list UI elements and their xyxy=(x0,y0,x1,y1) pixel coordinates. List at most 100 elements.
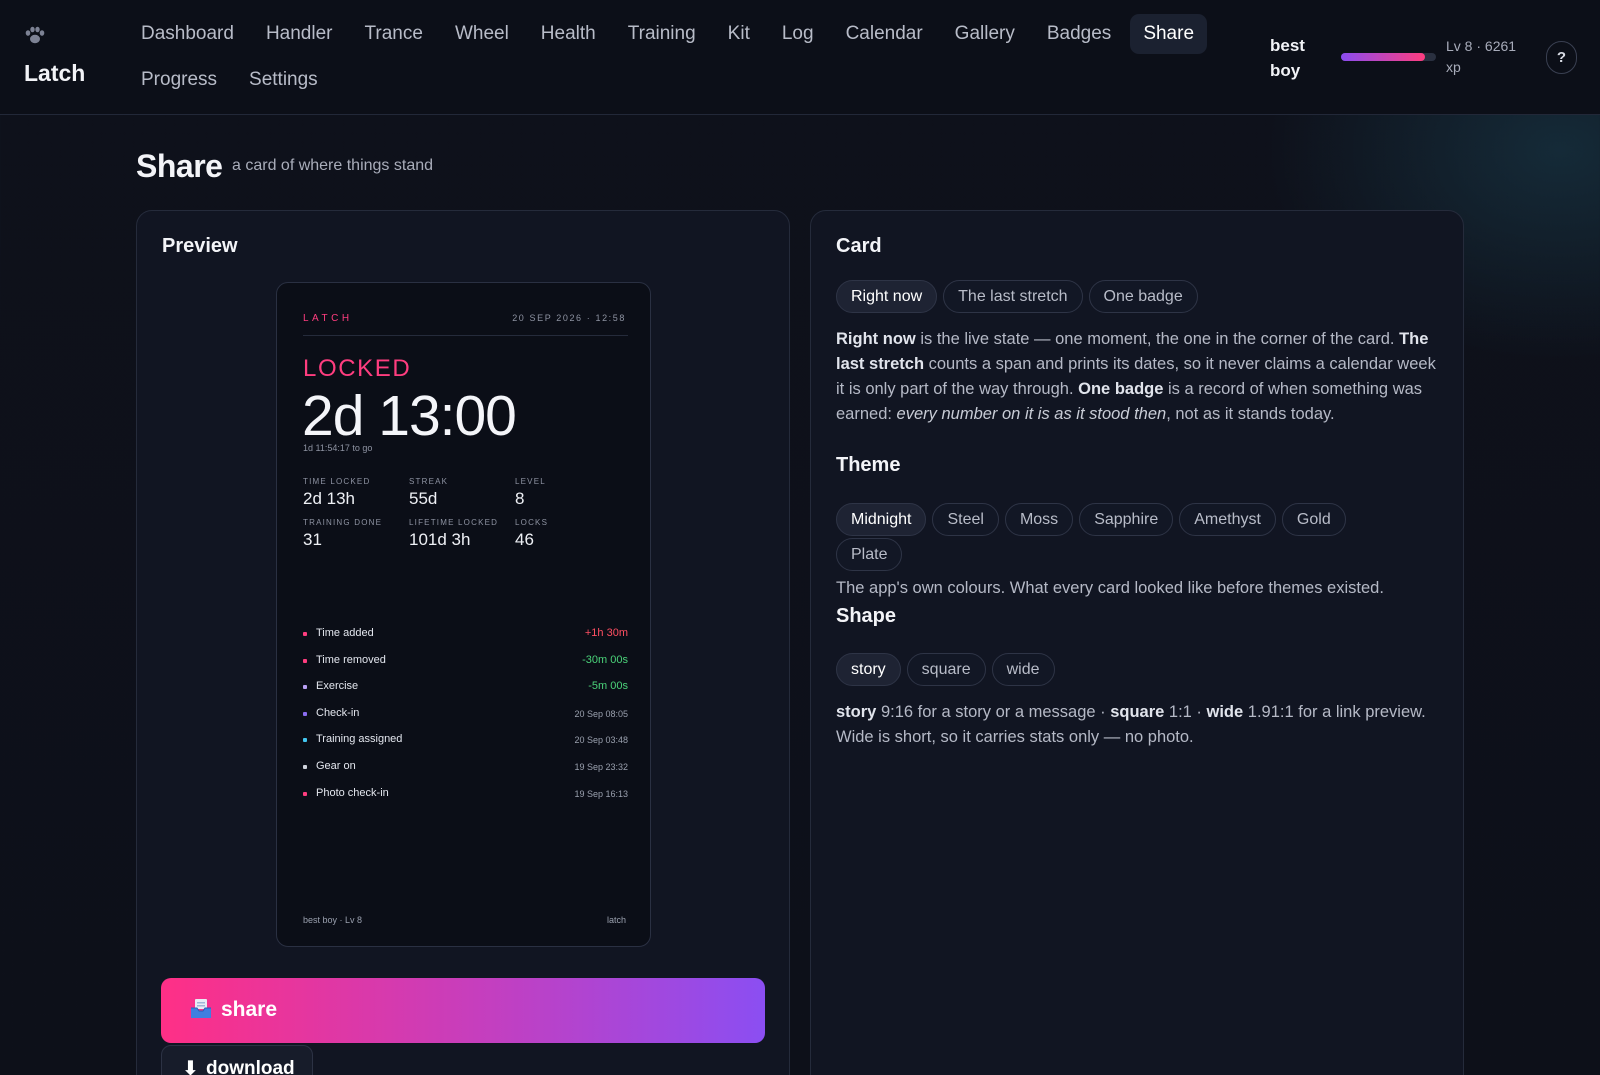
stat-label: LIFETIME LOCKED xyxy=(409,518,499,527)
event-value: 20 Sep 03:48 xyxy=(574,735,628,746)
event-label: Time added xyxy=(316,627,374,639)
nav-item-settings[interactable]: Settings xyxy=(236,60,331,100)
option-chip-amethyst[interactable]: Amethyst xyxy=(1179,503,1276,536)
nav-item-trance[interactable]: Trance xyxy=(352,14,436,54)
option-chip-story[interactable]: story xyxy=(836,653,901,686)
option-chip-square[interactable]: square xyxy=(906,653,986,686)
stat-label: STREAK xyxy=(409,477,449,486)
inbox-tray-icon xyxy=(190,999,212,1019)
desc-one-badge: One badge xyxy=(1078,380,1164,398)
download-arrow-icon: ⬇ xyxy=(182,1058,199,1075)
card-type-description: Right now is the live state — one moment… xyxy=(836,330,1436,423)
event-label: Check-in xyxy=(316,706,360,719)
nav-item-share[interactable]: Share xyxy=(1130,14,1208,54)
nav-item-progress[interactable]: Progress xyxy=(128,60,230,100)
event-value: 19 Sep 23:32 xyxy=(574,762,628,772)
main-nav: Dashboard Handler Trance Wheel Health Trainin… xyxy=(128,14,1228,54)
event-value: -30m 00s xyxy=(582,653,628,666)
option-chip-midnight[interactable]: Midnight xyxy=(836,503,927,536)
card-time-to-go: 1d 11:54:17 to go xyxy=(303,443,373,453)
stat-level: LEVEL 8 xyxy=(515,477,625,509)
event-label: Photo check-in xyxy=(316,786,389,799)
shape-description: story 9:16 for a story or a message · sq… xyxy=(836,703,1426,746)
level-xp-text: Lv 8 · 6261 xp xyxy=(1446,38,1517,75)
download-button[interactable]: ⬇ download xyxy=(161,1045,313,1075)
stat-lifetime-locked: LIFETIME LOCKED 101d 3h xyxy=(409,518,519,550)
stat-value: 31 xyxy=(303,530,322,549)
event-dot-icon xyxy=(303,738,307,743)
stat-time-locked: TIME LOCKED 2d 13h xyxy=(303,477,413,509)
nav-item-dashboard[interactable]: Dashboard xyxy=(128,14,247,54)
option-chip-one-badge[interactable]: One badge xyxy=(1088,280,1198,313)
top-nav-bar: Latch Dashboard Handler Trance Wheel Health T… xyxy=(0,0,1600,115)
desc-wide: wide xyxy=(1206,703,1244,721)
event-dot-icon xyxy=(303,658,307,663)
card-status: LOCKED xyxy=(303,355,412,382)
share-button[interactable]: share xyxy=(161,978,765,1043)
desc-square: square xyxy=(1110,703,1165,721)
option-chip-moss[interactable]: Moss xyxy=(1004,503,1074,536)
share-button-label: share xyxy=(221,998,278,1021)
shape-section-title: Shape xyxy=(836,605,897,627)
help-button[interactable]: ? xyxy=(1546,41,1577,74)
event-dot-icon xyxy=(303,632,307,636)
nav-item-calendar[interactable]: Calendar xyxy=(833,14,936,54)
nav-item-kit[interactable]: Kit xyxy=(715,14,763,54)
stat-value: 46 xyxy=(515,530,534,549)
event-dot-icon xyxy=(303,765,307,769)
event-label: Gear on xyxy=(316,760,356,772)
shape-options: story square wide xyxy=(836,653,1055,686)
card-brand: LATCH xyxy=(303,313,353,324)
option-chip-sapphire[interactable]: Sapphire xyxy=(1079,503,1174,536)
option-chip-the-last-stretch[interactable]: The last stretch xyxy=(943,280,1083,313)
page-subtitle: a card of where things stand xyxy=(232,157,434,174)
stat-label: TRAINING DONE xyxy=(303,518,383,527)
theme-options: Midnight Steel Moss Sapphire Amethyst Gold Pla… xyxy=(836,503,1396,571)
stat-value: 55d xyxy=(409,489,438,508)
theme-section-title: Theme xyxy=(836,454,901,476)
theme-description: The app's own colours. What every card l… xyxy=(836,579,1384,597)
event-value: -5m 00s xyxy=(588,680,628,693)
stat-label: LEVEL xyxy=(515,477,546,486)
page-title: Share xyxy=(136,148,223,184)
option-chip-wide[interactable]: wide xyxy=(991,653,1055,686)
event-row-time-removed: Time removed -30m 00s xyxy=(303,653,628,671)
event-value: 20 Sep 08:05 xyxy=(574,708,628,719)
stat-label: LOCKS xyxy=(515,518,549,527)
card-datetime: 20 SEP 2026 · 12:58 xyxy=(512,313,626,323)
event-row-exercise: Exercise -5m 00s xyxy=(303,679,628,697)
stat-value: 2d 13h xyxy=(303,489,355,508)
preview-title: Preview xyxy=(162,235,238,257)
stat-streak: STREAK 55d xyxy=(409,477,519,509)
event-label: Exercise xyxy=(316,680,359,693)
card-footer-user: best boy · Lv 8 xyxy=(303,915,363,925)
stat-training-done: TRAINING DONE 31 xyxy=(303,518,413,550)
event-label: Training assigned xyxy=(316,733,403,746)
option-chip-plate[interactable]: Plate xyxy=(836,538,903,571)
nav-item-badges[interactable]: Badges xyxy=(1034,14,1124,54)
app-name: Latch xyxy=(24,60,86,86)
share-card-preview: LATCH 20 SEP 2026 · 12:58 LOCKED 2d 13:0… xyxy=(276,282,651,947)
nav-item-training[interactable]: Training xyxy=(615,14,709,54)
option-chip-right-now[interactable]: Right now xyxy=(836,280,938,313)
xp-progress-fill xyxy=(1341,53,1425,61)
preview-panel: Preview LATCH 20 SEP 2026 · 12:58 LOCKED… xyxy=(136,210,790,1075)
card-timer: 2d 13:00 xyxy=(302,384,517,448)
option-chip-gold[interactable]: Gold xyxy=(1281,503,1346,536)
event-value: +1h 30m xyxy=(584,627,628,639)
main-nav-row2: Progress Settings xyxy=(128,60,337,100)
nav-item-wheel[interactable]: Wheel xyxy=(442,14,522,54)
nav-item-log[interactable]: Log xyxy=(769,14,827,54)
event-row-check-in: Check-in 20 Sep 08:05 xyxy=(303,706,628,724)
xp-progress-bar xyxy=(1341,53,1436,61)
desc-story: story xyxy=(836,703,877,721)
nav-item-health[interactable]: Health xyxy=(528,14,609,54)
card-divider xyxy=(303,335,628,336)
stat-value: 8 xyxy=(515,489,525,508)
user-name[interactable]: best boy xyxy=(1270,33,1330,83)
nav-item-handler[interactable]: Handler xyxy=(253,14,346,54)
option-chip-steel[interactable]: Steel xyxy=(932,503,999,536)
card-type-options: Right now The last stretch One badge xyxy=(836,280,1198,313)
event-dot-icon xyxy=(303,791,307,796)
nav-item-gallery[interactable]: Gallery xyxy=(942,14,1028,54)
